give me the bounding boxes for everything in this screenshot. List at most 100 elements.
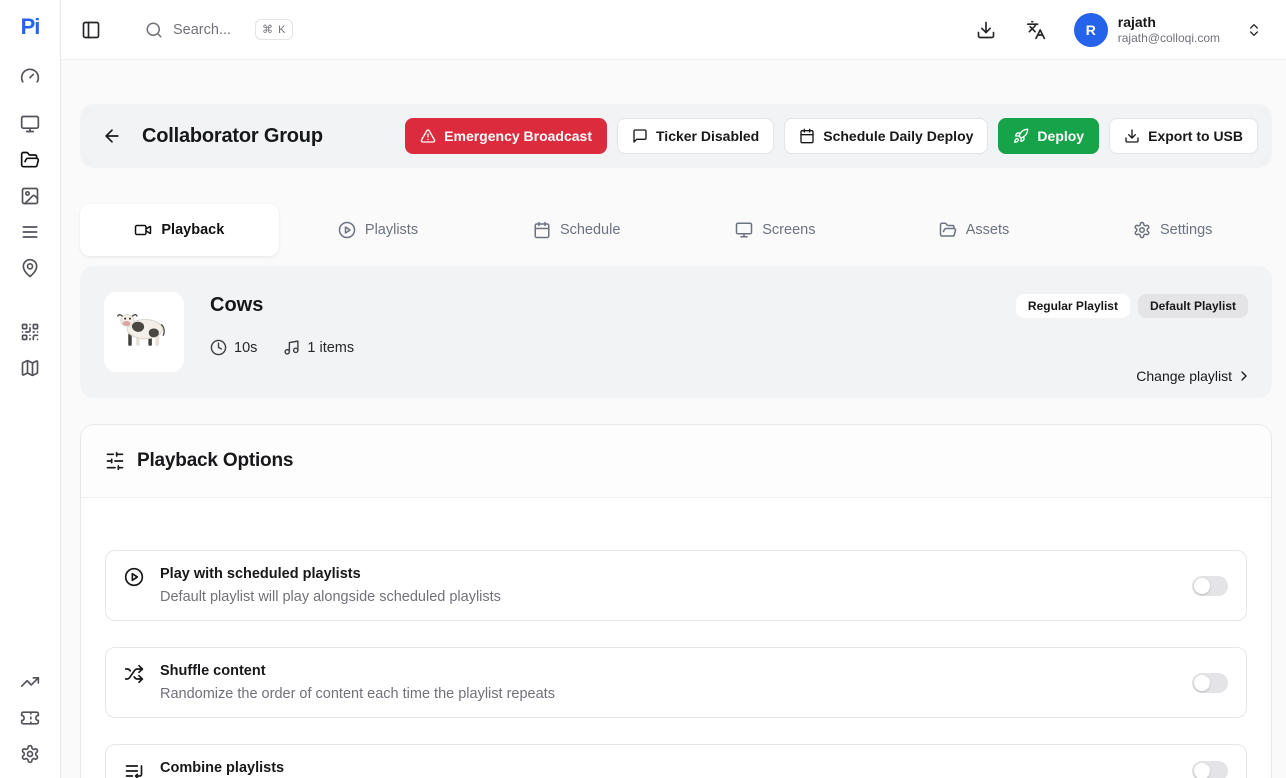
option-title: Combine playlists <box>160 760 284 776</box>
sidebar-item-groups[interactable] <box>12 142 48 178</box>
languages-icon <box>1026 20 1046 40</box>
shuffle-icon <box>124 663 144 684</box>
calendar-icon <box>799 128 815 144</box>
sidebar-nav-top <box>12 58 48 286</box>
calendar-icon <box>533 221 551 239</box>
warning-triangle-icon <box>420 128 436 144</box>
ticket-icon <box>20 708 40 728</box>
tab-screens[interactable]: Screens <box>676 204 875 256</box>
default-playlist-badge: Default Playlist <box>1138 294 1248 318</box>
combine-icon <box>124 760 144 778</box>
qr-code-icon <box>20 322 40 342</box>
ticker-disabled-label: Ticker Disabled <box>656 128 759 144</box>
tab-screens-label: Screens <box>762 222 815 238</box>
option-combine-playlists: Combine playlists <box>105 744 1247 778</box>
playback-options-card: Playback Options Play with scheduled pla… <box>80 424 1272 778</box>
page-actions: Emergency Broadcast Ticker Disabled Sche… <box>405 118 1258 154</box>
play-circle-icon <box>124 566 144 587</box>
combine-playlists-toggle[interactable] <box>1192 761 1228 778</box>
map-pin-icon <box>20 258 40 278</box>
search-input[interactable]: Search... ⌘ K <box>145 19 293 40</box>
sidebar-item-locations[interactable] <box>12 250 48 286</box>
tab-bar: Playback Playlists Schedule Screens Asse… <box>80 204 1272 256</box>
download-button[interactable] <box>972 16 1000 44</box>
app-logo[interactable]: Pi <box>21 14 40 40</box>
user-menu-toggle[interactable] <box>1242 18 1266 42</box>
sidebar-item-licenses[interactable] <box>12 700 48 736</box>
monitor-icon <box>735 221 753 239</box>
sidebar-item-map[interactable] <box>12 350 48 386</box>
image-icon <box>20 186 40 206</box>
language-button[interactable] <box>1022 16 1050 44</box>
folder-open-icon <box>20 150 40 170</box>
play-with-scheduled-toggle[interactable] <box>1192 576 1228 596</box>
playlist-thumbnail <box>104 292 184 372</box>
arrow-left-icon <box>102 126 122 146</box>
sidebar-nav-bottom <box>12 664 48 772</box>
tab-playlists[interactable]: Playlists <box>279 204 478 256</box>
sidebar-item-screens[interactable] <box>12 106 48 142</box>
sidebar-item-analytics[interactable] <box>12 664 48 700</box>
download-icon <box>976 20 996 40</box>
playlist-info: Cows 10s 1 items <box>210 292 354 372</box>
rocket-icon <box>1013 128 1029 144</box>
playlist-duration: 10s <box>210 339 257 356</box>
sidebar-item-qr[interactable] <box>12 314 48 350</box>
export-to-usb-label: Export to USB <box>1148 128 1243 144</box>
sidebar: Pi <box>0 0 61 778</box>
shuffle-content-toggle[interactable] <box>1192 673 1228 693</box>
gear-icon <box>20 744 40 764</box>
export-to-usb-button[interactable]: Export to USB <box>1109 118 1258 154</box>
sidebar-item-settings[interactable] <box>12 736 48 772</box>
playlist-item-count: 1 items <box>283 339 354 356</box>
option-text: Combine playlists <box>160 760 284 776</box>
monitor-icon <box>20 114 40 134</box>
schedule-daily-deploy-button[interactable]: Schedule Daily Deploy <box>784 118 988 154</box>
playlist-meta: 10s 1 items <box>210 339 354 356</box>
avatar[interactable]: R <box>1074 13 1108 47</box>
option-description: Randomize the order of content each time… <box>160 686 555 702</box>
back-button[interactable] <box>94 118 130 154</box>
user-menu[interactable]: rajath rajath@colloqi.com <box>1118 14 1220 46</box>
tab-assets-label: Assets <box>966 222 1010 238</box>
user-email: rajath@colloqi.com <box>1118 32 1220 46</box>
playlist-duration-value: 10s <box>234 340 257 356</box>
page-header: Collaborator Group Emergency Broadcast T… <box>80 104 1272 168</box>
playlist-badges: Regular Playlist Default Playlist <box>1016 294 1248 318</box>
tab-playlists-label: Playlists <box>365 222 418 238</box>
sidebar-item-playlists[interactable] <box>12 214 48 250</box>
playback-options-header: Playback Options <box>81 425 1271 498</box>
sliders-icon <box>105 451 125 471</box>
tab-playback-label: Playback <box>161 222 224 238</box>
topbar-right: R rajath rajath@colloqi.com <box>950 13 1266 47</box>
tab-playback[interactable]: Playback <box>80 204 279 256</box>
playback-options-title: Playback Options <box>137 450 293 472</box>
folder-open-icon <box>939 221 957 239</box>
change-playlist-label: Change playlist <box>1136 368 1232 384</box>
tab-assets[interactable]: Assets <box>875 204 1074 256</box>
message-square-icon <box>632 128 648 144</box>
option-description: Default playlist will play alongside sch… <box>160 589 501 605</box>
search-icon <box>145 21 163 39</box>
chevrons-up-down-icon <box>1246 22 1262 38</box>
tab-schedule[interactable]: Schedule <box>477 204 676 256</box>
change-playlist-link[interactable]: Change playlist <box>1136 368 1252 384</box>
emergency-broadcast-button[interactable]: Emergency Broadcast <box>405 118 607 154</box>
rows-icon <box>20 222 40 242</box>
panel-left-icon <box>81 20 101 40</box>
ticker-disabled-button[interactable]: Ticker Disabled <box>617 118 774 154</box>
deploy-button[interactable]: Deploy <box>998 118 1099 154</box>
page-title: Collaborator Group <box>142 125 323 148</box>
option-text: Shuffle content Randomize the order of c… <box>160 663 555 702</box>
cow-image <box>116 309 172 356</box>
user-name: rajath <box>1118 14 1220 30</box>
playlist-name: Cows <box>210 294 354 317</box>
music-note-icon <box>283 339 300 356</box>
sidebar-item-assets[interactable] <box>12 178 48 214</box>
option-shuffle-content: Shuffle content Randomize the order of c… <box>105 647 1247 718</box>
tab-settings[interactable]: Settings <box>1073 204 1272 256</box>
playback-options-list: Play with scheduled playlists Default pl… <box>81 498 1271 778</box>
tab-settings-label: Settings <box>1160 222 1212 238</box>
sidebar-toggle-button[interactable] <box>77 16 105 44</box>
sidebar-item-dashboard[interactable] <box>12 58 48 94</box>
